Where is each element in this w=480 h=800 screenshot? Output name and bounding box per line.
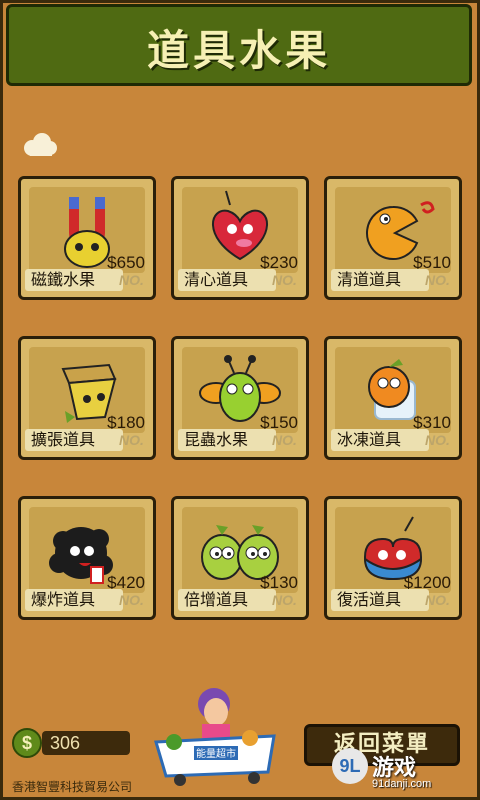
item-label: 擴張道具	[25, 429, 123, 451]
item-status: NO.	[425, 272, 450, 288]
item-card-ice[interactable]: $310 冰凍道具 NO.	[324, 336, 462, 460]
item-card-bug[interactable]: $150 昆蟲水果 NO.	[171, 336, 309, 460]
item-card-twin[interactable]: $130 倍增道具 NO.	[171, 496, 309, 620]
watermark-url: 91danji.com	[372, 778, 432, 790]
page-title: 道具水果	[146, 26, 331, 75]
dollar-coin-icon: $	[12, 728, 42, 758]
item-label: 清道道具	[331, 269, 429, 291]
shopkeeper-mascot: 能量超市	[150, 680, 280, 790]
item-label: 磁鐵水果	[25, 269, 123, 291]
item-status: NO.	[425, 432, 450, 448]
item-status: NO.	[272, 432, 297, 448]
item-card-heart[interactable]: $230 清心道具 NO.	[171, 176, 309, 300]
item-label: 昆蟲水果	[178, 429, 276, 451]
cloud-icon	[24, 133, 57, 156]
item-status: NO.	[425, 592, 450, 608]
game-screen: 道具水果 $650 磁鐵水果 NO. $230 清心道具 NO. $510 清道…	[0, 0, 480, 800]
item-status: NO.	[119, 592, 144, 608]
item-label: 倍增道具	[178, 589, 276, 611]
item-card-box[interactable]: $180 擴張道具 NO.	[18, 336, 156, 460]
item-label: 冰凍道具	[331, 429, 429, 451]
item-label: 爆炸道具	[25, 589, 123, 611]
item-status: NO.	[119, 272, 144, 288]
item-card-chomper[interactable]: $510 清道道具 NO.	[324, 176, 462, 300]
item-label: 清心道具	[178, 269, 276, 291]
mascot-sign-text: 能量超市	[196, 747, 236, 760]
title-bar: 道具水果	[6, 4, 472, 86]
coin-value: 306	[42, 731, 130, 755]
item-label: 復活道具	[331, 589, 429, 611]
watermark-logo-icon: 9L	[332, 748, 368, 784]
company-name: 香港智豐科技貿易公司	[12, 780, 133, 794]
site-watermark: 9L 游戏 91danji.com	[332, 748, 472, 796]
item-card-magnet[interactable]: $650 磁鐵水果 NO.	[18, 176, 156, 300]
coin-counter: $ 306	[12, 728, 130, 758]
item-status: NO.	[272, 272, 297, 288]
item-status: NO.	[272, 592, 297, 608]
item-status: NO.	[119, 432, 144, 448]
item-card-revive[interactable]: $1200 復活道具 NO.	[324, 496, 462, 620]
item-card-bomb[interactable]: $420 爆炸道具 NO.	[18, 496, 156, 620]
